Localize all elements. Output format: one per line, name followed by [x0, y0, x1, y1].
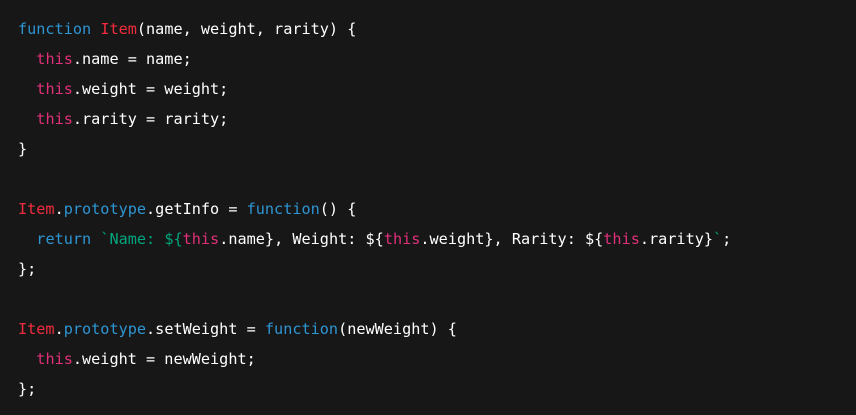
code-token-class: Item	[100, 20, 137, 38]
code-token-plain: () {	[319, 200, 357, 218]
code-token-plain: .getInfo =	[146, 200, 247, 218]
code-token-plain: .name = name;	[72, 50, 192, 68]
code-line: };	[18, 254, 856, 284]
code-line: Item.prototype.getInfo = function() {	[18, 194, 856, 224]
code-line: this.weight = newWeight;	[18, 344, 856, 374]
code-token-plain: .	[54, 200, 64, 218]
code-token-this: this	[182, 230, 220, 248]
code-token-plain: , Weight: ${	[274, 230, 384, 248]
code-line: this.name = name;	[18, 44, 856, 74]
code-token-plain: (newWeight) {	[338, 320, 457, 338]
code-token-plain: };	[18, 380, 37, 398]
code-line: return `Name: ${this.name}, Weight: ${th…	[18, 224, 856, 254]
code-token-plain: .weight}	[420, 230, 494, 248]
code-token-string: `Name: ${	[100, 230, 183, 248]
code-token-plain: .weight = weight;	[72, 80, 229, 98]
code-token-this: this	[603, 230, 640, 248]
code-token-prop: prototype	[63, 320, 147, 338]
code-line: Item.prototype.setWeight = function(newW…	[18, 314, 856, 344]
code-token-plain: .	[54, 320, 64, 338]
code-token-keyword: function	[18, 20, 92, 38]
code-token-plain: (name, weight, rarity) {	[136, 20, 357, 38]
code-block: function Item(name, weight, rarity) { th…	[0, 0, 856, 415]
code-line: }	[18, 134, 856, 164]
code-token-plain: .setWeight =	[146, 320, 265, 338]
code-token-plain: , Rarity: ${	[493, 230, 604, 248]
code-line: function Item(name, weight, rarity) {	[18, 14, 856, 44]
code-token-this: this	[36, 50, 73, 68]
code-token-plain: .weight = newWeight;	[72, 350, 256, 368]
code-token-this: this	[36, 350, 73, 368]
code-token-keyword: return	[36, 230, 92, 248]
code-token-this: this	[36, 110, 73, 128]
code-token-plain: .rarity}	[639, 230, 714, 248]
code-line: };	[18, 374, 856, 404]
code-token-plain: .rarity = rarity;	[72, 110, 229, 128]
code-token-keyword: function	[246, 200, 320, 218]
code-token-class: Item	[18, 320, 55, 338]
code-token-plain: ;	[722, 230, 732, 248]
code-token-class: Item	[18, 200, 55, 218]
code-line: this.rarity = rarity;	[18, 104, 856, 134]
code-token-plain: .name}	[219, 230, 275, 248]
code-token-keyword: function	[264, 320, 339, 338]
code-line: this.weight = weight;	[18, 74, 856, 104]
code-token-prop: prototype	[63, 200, 147, 218]
code-token-this: this	[36, 80, 73, 98]
code-token-plain: }	[18, 140, 28, 158]
code-token-this: this	[383, 230, 421, 248]
code-token-string: `	[713, 230, 723, 248]
code-token-plain: };	[18, 260, 37, 278]
code-lines: function Item(name, weight, rarity) { th…	[18, 14, 856, 404]
